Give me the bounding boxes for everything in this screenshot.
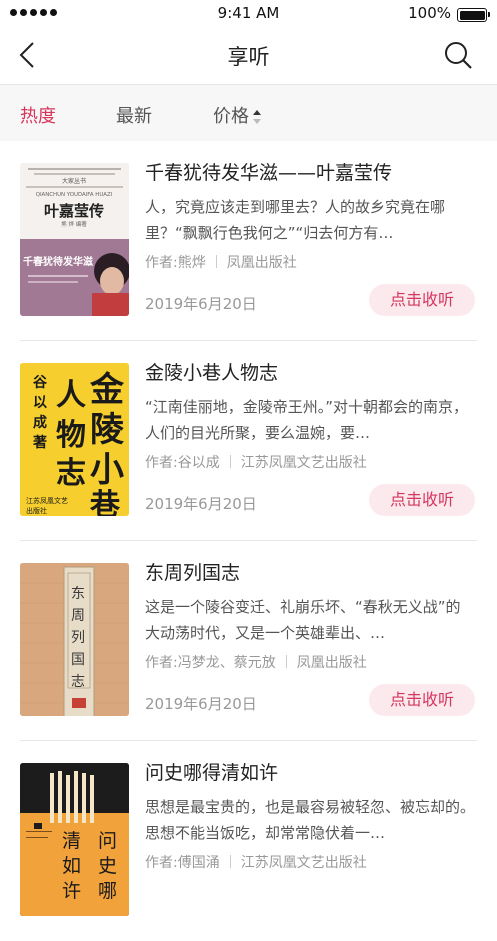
book-meta: 作者:傅国涌 江苏凤凰文艺出版社 xyxy=(145,852,475,874)
book-publisher: 江苏凤凰文艺出版社 xyxy=(240,455,367,471)
book-title[interactable]: 千春犹待发华滋——叶嘉莹传 xyxy=(145,160,475,186)
book-info: 千春犹待发华滋——叶嘉莹传 人，究竟应该走到哪里去？人的故乡究竟在哪里？“飘飘行… xyxy=(145,160,475,274)
list-item[interactable]: 谷 以 成 著 金 陵 小 巷 人 物 志 江苏凤凰文艺 出版社 金陵小巷人物志… xyxy=(0,341,497,541)
cover-title: 叶嘉莹传 xyxy=(44,202,104,220)
cover-title-char: 物 xyxy=(56,418,86,453)
cover-title-char: 问 xyxy=(98,830,117,852)
cover-author-line-3: 成 xyxy=(33,414,47,431)
meta-divider xyxy=(285,655,287,668)
book-author: 作者:傅国涌 xyxy=(145,855,220,871)
book-description: 这是一个陵谷变迁、礼崩乐坏、“春秋无义战”的大动荡时代，又是一个英雄辈出、… xyxy=(145,598,461,642)
book-publisher: 凤凰出版社 xyxy=(296,655,367,671)
cover-publisher: 出版社 xyxy=(26,506,47,515)
book-author: 作者:冯梦龙、蔡元放 xyxy=(145,655,276,671)
meta-divider xyxy=(215,255,217,268)
book-title[interactable]: 东周列国志 xyxy=(145,560,475,586)
cover-title-char: 清 xyxy=(62,830,81,852)
cover-author-line-2: 以 xyxy=(33,395,47,411)
tab-price-label: 价格 xyxy=(213,106,249,127)
cover-title-char: 志 xyxy=(56,456,86,491)
cover-title-char: 巷 xyxy=(89,488,121,516)
cover-subtitle: 千春犹待发华滋 xyxy=(23,255,93,268)
battery-percent: 100% xyxy=(408,4,451,22)
listen-button[interactable]: 点击收听 xyxy=(369,684,475,716)
cover-title-char: 列 xyxy=(71,630,85,646)
cover-title-char: 金 xyxy=(89,370,125,410)
book-cover: 谷 以 成 著 金 陵 小 巷 人 物 志 江苏凤凰文艺 出版社 xyxy=(20,363,129,516)
sort-icon xyxy=(253,110,261,124)
book-meta: 作者:谷以成 江苏凤凰文艺出版社 xyxy=(145,452,475,474)
book-cover: 清 如 许 问 史 哪 xyxy=(20,763,129,916)
book-info: 金陵小巷人物志 “江南佳丽地，金陵帝王州。”对十朝都会的南京，人们的目光所聚，要… xyxy=(145,360,475,474)
book-publisher: 凤凰出版社 xyxy=(226,255,297,271)
meta-divider xyxy=(229,855,231,868)
list-item[interactable]: 东 周 列 国 志 东周列国志 这是一个陵谷变迁、礼崩乐坏、“春秋无义战”的大动… xyxy=(0,541,497,741)
search-icon[interactable] xyxy=(443,40,473,70)
cover-author-line-1: 谷 xyxy=(33,375,48,391)
book-description: 思想是最宝贵的，也是最容易被轻忽、被忘却的。思想不能当饭吃，却常常隐伏着一… xyxy=(145,798,475,842)
cover-publisher: 江苏凤凰文艺 xyxy=(26,496,68,505)
cover-title-char: 哪 xyxy=(98,880,117,902)
cover-title-char: 陵 xyxy=(90,410,125,450)
cover-title-char: 许 xyxy=(62,880,81,902)
status-bar: 9:41 AM 100% xyxy=(0,0,497,28)
cover-title-char: 如 xyxy=(62,855,81,877)
cover-pinyin: QIANCHUN YOUDAIFA HUAZI xyxy=(36,192,113,198)
listen-button[interactable]: 点击收听 xyxy=(369,284,475,316)
cover-title-char: 国 xyxy=(71,652,85,668)
cover-title-char: 东 xyxy=(71,586,85,602)
list-item[interactable]: 清 如 许 问 史 哪 问史哪得清如许 思想是最宝贵的，也是最容易被轻忽、被忘却… xyxy=(0,741,497,941)
book-description: “江南佳丽地，金陵帝王州。”对十朝都会的南京，人们的目光所聚，要么温婉，要… xyxy=(145,398,469,442)
book-title[interactable]: 金陵小巷人物志 xyxy=(145,360,475,386)
nav-bar: 享听 xyxy=(0,28,497,85)
filter-tabs: 热度 最新 价格 xyxy=(0,85,497,141)
meta-divider xyxy=(229,455,231,468)
book-date: 2019年6月20日 xyxy=(145,695,257,713)
tab-newest[interactable]: 最新 xyxy=(116,102,152,128)
cover-title-char: 小 xyxy=(90,450,124,490)
book-cover: 东 周 列 国 志 xyxy=(20,563,129,716)
book-cover: 大家丛书 QIANCHUN YOUDAIFA HUAZI 叶嘉莹传 熊 烨 编著… xyxy=(20,163,129,316)
book-title[interactable]: 问史哪得清如许 xyxy=(145,760,475,786)
book-author: 作者:熊烨 xyxy=(145,255,206,271)
cover-title-char: 志 xyxy=(71,674,85,690)
listen-button[interactable]: 点击收听 xyxy=(369,484,475,516)
cover-byline: 熊 烨 编著 xyxy=(61,220,87,228)
cover-title-char: 周 xyxy=(71,608,85,624)
book-date: 2019年6月20日 xyxy=(145,495,257,513)
book-description: 人，究竟应该走到哪里去？人的故乡究竟在哪里？“飘飘行色我何之”“归去何方有… xyxy=(145,198,446,242)
page-title: 享听 xyxy=(227,45,270,69)
tab-price[interactable]: 价格 xyxy=(213,102,261,128)
book-list: 大家丛书 QIANCHUN YOUDAIFA HUAZI 叶嘉莹传 熊 烨 编著… xyxy=(0,141,497,941)
cover-title-char: 史 xyxy=(98,855,117,877)
cover-author-line-4: 著 xyxy=(32,434,47,451)
book-info: 东周列国志 这是一个陵谷变迁、礼崩乐坏、“春秋无义战”的大动荡时代，又是一个英雄… xyxy=(145,560,475,674)
book-meta: 作者:冯梦龙、蔡元放 凤凰出版社 xyxy=(145,652,475,674)
book-author: 作者:谷以成 xyxy=(145,455,220,471)
book-publisher: 江苏凤凰文艺出版社 xyxy=(240,855,367,871)
book-meta: 作者:熊烨 凤凰出版社 xyxy=(145,252,475,274)
battery-icon xyxy=(457,8,490,22)
tab-hot[interactable]: 热度 xyxy=(20,102,56,128)
book-date: 2019年6月20日 xyxy=(145,295,257,313)
cover-series: 大家丛书 xyxy=(62,177,86,185)
cover-title-char: 人 xyxy=(56,378,86,413)
list-item[interactable]: 大家丛书 QIANCHUN YOUDAIFA HUAZI 叶嘉莹传 熊 烨 编著… xyxy=(0,141,497,341)
book-info: 问史哪得清如许 思想是最宝贵的，也是最容易被轻忽、被忘却的。思想不能当饭吃，却常… xyxy=(145,760,475,874)
